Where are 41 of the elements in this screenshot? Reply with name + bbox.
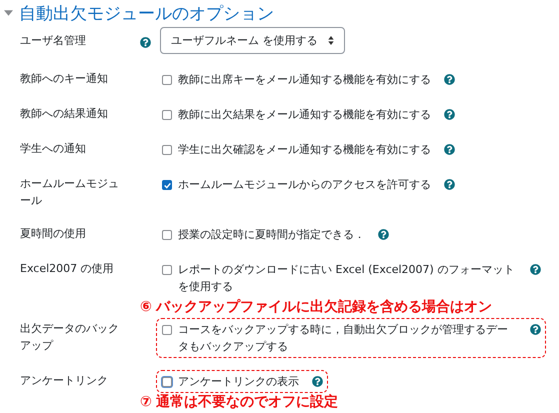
- help-icon[interactable]: [530, 264, 541, 275]
- help-icon[interactable]: [530, 324, 541, 335]
- field-label: Excel2007 の使用: [20, 261, 115, 277]
- annotation-text: バックアップファイルに出欠記録を含める場合はオン: [156, 298, 492, 316]
- help-icon[interactable]: [444, 109, 455, 120]
- annotation-number: ⑦: [140, 393, 152, 411]
- help-icon[interactable]: [312, 376, 323, 387]
- section-title: 自動出欠モジュールのオプション: [19, 2, 274, 24]
- help-icon[interactable]: [378, 229, 389, 240]
- field-label: 教師への結果通知: [20, 106, 109, 122]
- checkbox[interactable]: [162, 265, 172, 275]
- collapse-caret-icon[interactable]: [4, 10, 13, 16]
- help-icon[interactable]: [444, 74, 455, 85]
- checkbox-label: 教師に出席キーをメール通知する機能を有効にする: [178, 72, 431, 88]
- annotation-text: 通常は不要なのでオフに設定: [156, 393, 338, 411]
- checkbox-label: アンケートリンクの表示: [178, 374, 299, 390]
- checkbox-label: コースをバックアップする時に，自動出欠ブロックが管理するデータもバックアップする: [178, 322, 509, 355]
- annotation-number: ⑥: [140, 298, 152, 316]
- checkbox-label: 授業の設定時に夏時間が指定できる．: [178, 227, 365, 243]
- up-down-caret-icon: [328, 36, 334, 45]
- field-label: 夏時間の使用: [20, 226, 87, 242]
- checkbox[interactable]: [162, 325, 172, 335]
- checkbox[interactable]: [162, 180, 172, 190]
- checkbox-label: 教師に出欠結果をメール通知する機能を有効にする: [178, 107, 431, 123]
- field-label: 出欠データのバックアップ: [20, 321, 120, 354]
- checkbox[interactable]: [162, 145, 172, 155]
- help-icon[interactable]: [140, 36, 151, 48]
- checkbox[interactable]: [162, 110, 172, 120]
- checkbox[interactable]: [162, 75, 172, 85]
- field-label: 学生への通知: [20, 141, 87, 157]
- field-label: ホームルームモジュール: [20, 176, 120, 209]
- username-select[interactable]: ユーザフルネーム を使用する: [160, 27, 344, 54]
- field-label: ユーザ名管理: [20, 33, 87, 49]
- checkbox-label: 学生に出欠確認をメール通知する機能を有効にする: [178, 142, 431, 158]
- checkbox-label: レポートのダウンロードに古い Excel (Excel2007) のフォーマットを使用する: [178, 262, 516, 295]
- field-label: アンケートリンク: [20, 373, 109, 389]
- checkbox[interactable]: [162, 230, 172, 240]
- field-label: 教師へのキー通知: [20, 71, 109, 87]
- help-icon[interactable]: [444, 144, 455, 155]
- help-icon[interactable]: [444, 179, 455, 190]
- checkbox-label: ホームルームモジュールからのアクセスを許可する: [178, 177, 431, 193]
